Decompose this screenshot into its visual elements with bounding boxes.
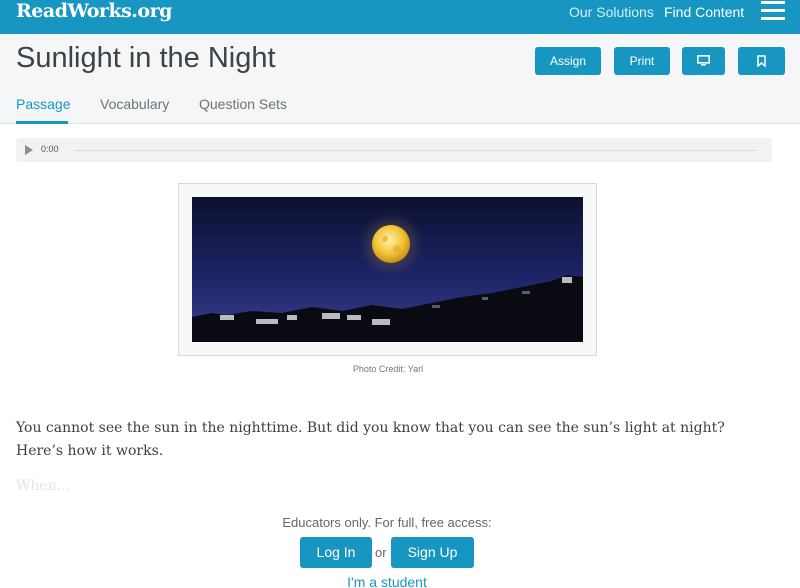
top-navigation-bar: ReadWorks.org Our Solutions Find Content — [0, 0, 800, 34]
log-in-button[interactable]: Log In — [300, 537, 372, 568]
sign-up-button[interactable]: Sign Up — [391, 537, 474, 568]
print-button[interactable]: Print — [614, 47, 670, 75]
tab-question-sets[interactable]: Question Sets — [199, 96, 287, 124]
student-link[interactable]: I'm a student — [0, 574, 774, 588]
bookmark-button[interactable] — [738, 47, 785, 75]
nav-find-content[interactable]: Find Content — [664, 3, 744, 21]
passage-photo-frame — [178, 183, 597, 356]
play-icon[interactable] — [25, 145, 33, 155]
assign-button[interactable]: Assign — [535, 47, 601, 75]
audio-progress-track[interactable] — [74, 150, 757, 151]
bookmark-icon — [757, 55, 766, 68]
passage-paragraph: You cannot see the sun in the nighttime.… — [16, 420, 725, 459]
present-button[interactable] — [682, 47, 725, 75]
educators-access-note: Educators only. For full, free access: — [282, 515, 492, 530]
audio-time: 0:00 — [41, 144, 59, 154]
or-separator: or — [375, 545, 387, 560]
readworks-logo[interactable]: ReadWorks.org — [16, 0, 172, 22]
monitor-icon — [697, 55, 710, 66]
audio-player: 0:00 — [16, 138, 772, 162]
tab-passage[interactable]: Passage — [16, 96, 70, 124]
passage-faded-text: When... — [16, 478, 71, 494]
tab-vocabulary[interactable]: Vocabulary — [100, 96, 169, 124]
night-moon-photo — [192, 197, 583, 342]
hamburger-menu-icon[interactable] — [761, 1, 785, 21]
passage-header: Sunlight in the Night Assign Print Passa… — [0, 34, 800, 124]
photo-credit: Photo Credit: Yarl — [352, 364, 424, 374]
nav-our-solutions[interactable]: Our Solutions — [569, 3, 654, 21]
page-title: Sunlight in the Night — [16, 42, 276, 74]
